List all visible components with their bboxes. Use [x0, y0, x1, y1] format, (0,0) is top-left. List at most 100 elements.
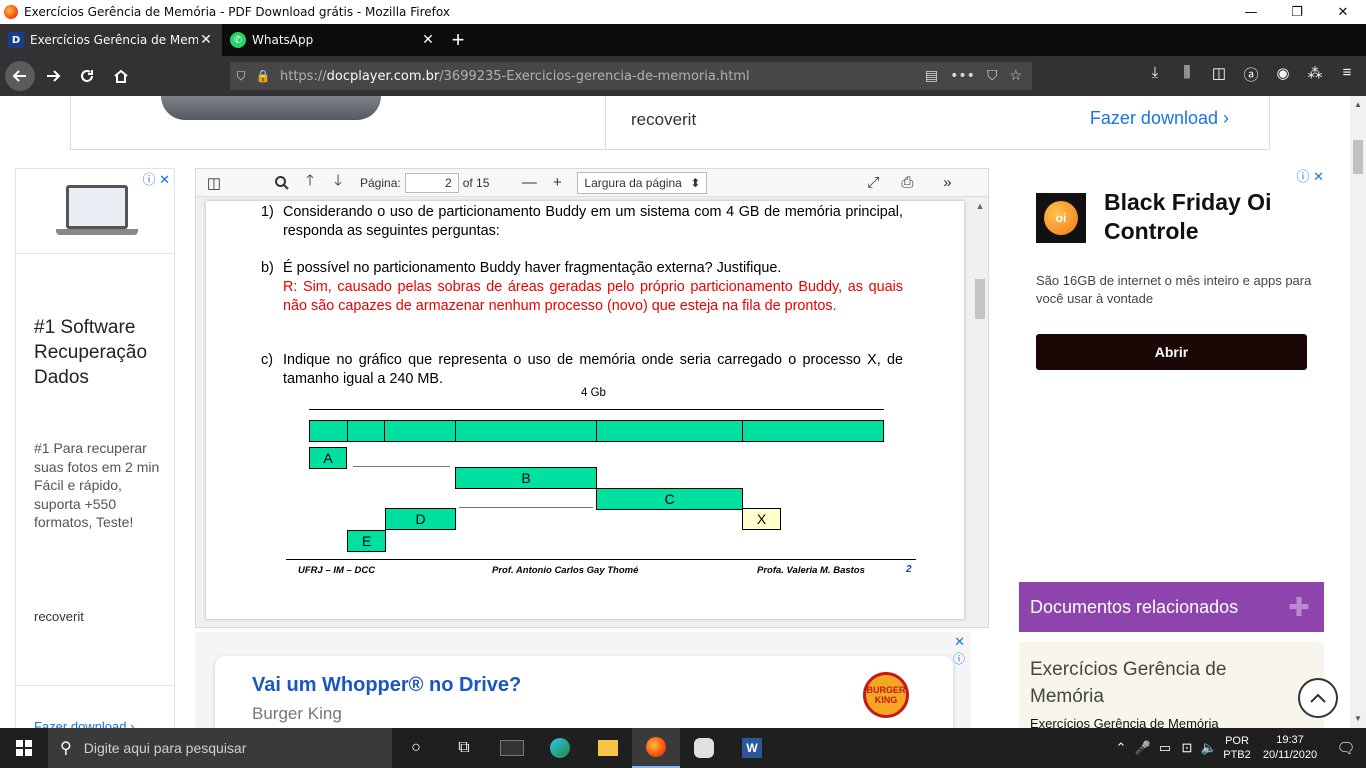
reload-button[interactable] — [71, 60, 103, 92]
chevron-up-icon — [1310, 693, 1326, 703]
zoom-out-icon[interactable]: — — [515, 171, 543, 195]
oi-logo: oi — [1036, 193, 1086, 243]
fullscreen-icon[interactable]: ⤢ — [859, 171, 887, 195]
navigation-bar: ⛉ 🔒 https://docplayer.com.br/3699235-Exe… — [0, 56, 1366, 96]
select-caret-icon: ⬍ — [690, 175, 701, 190]
page-actions-icon[interactable]: ••• — [950, 68, 975, 84]
search-icon[interactable] — [268, 171, 296, 195]
block-e: E — [347, 530, 386, 552]
address-bar[interactable]: ⛉ 🔒 https://docplayer.com.br/3699235-Exe… — [230, 62, 1032, 90]
page-total: of 15 — [462, 175, 490, 190]
burger-king-logo: BURGER KING — [863, 672, 909, 718]
discord-icon[interactable] — [680, 728, 728, 768]
pdf-scroll-thumb[interactable] — [975, 279, 985, 319]
adchoices-icon[interactable]: ⓘ ✕ — [142, 169, 170, 188]
task-view-icon[interactable]: ⧉ — [440, 728, 488, 768]
windows-logo-icon — [16, 740, 32, 756]
tab-close-button[interactable]: ✕ — [198, 32, 214, 48]
tab-exercicios[interactable]: D Exercícios Gerência de Memória ✕ — [0, 24, 222, 56]
taskbar-search[interactable]: ⚲ Digite aqui para pesquisar — [48, 728, 392, 768]
page-number-input[interactable]: 2 — [404, 172, 459, 193]
edge-icon[interactable] — [536, 728, 584, 768]
start-button[interactable] — [0, 728, 48, 768]
window-titlebar: Exercícios Gerência de Memória - PDF Dow… — [0, 0, 1366, 24]
library-icon[interactable]: ⫼ — [1176, 64, 1198, 85]
tab-whatsapp[interactable]: ✆ WhatsApp ✕ — [222, 24, 444, 56]
file-explorer-icon[interactable] — [584, 728, 632, 768]
previous-page-icon[interactable]: 🡑 — [296, 171, 324, 195]
sidebar-icon[interactable]: ◫ — [1208, 64, 1230, 85]
right-ad-headline: Black Friday Oi Controle — [1104, 189, 1272, 244]
left-ad-download-link[interactable]: Fazer download › — [34, 719, 134, 728]
pocket-icon[interactable]: ⛉ — [987, 68, 998, 84]
language-indicator[interactable]: POR PTB2 — [1220, 734, 1254, 762]
page-scrollbar[interactable]: ▲ ▼ — [1350, 96, 1366, 728]
answer-b: R: Sim, causado pelas sobras de áreas ge… — [283, 279, 903, 314]
microphone-icon[interactable]: 🎤 — [1132, 740, 1154, 756]
back-button[interactable] — [5, 61, 35, 91]
abrir-button[interactable]: Abrir — [1036, 334, 1307, 370]
related-card-snippet: Exercícios Gerência de Memória — [1030, 716, 1219, 728]
related-document-card[interactable]: Exercícios Gerência de Memória Exercício… — [1019, 642, 1324, 728]
zoom-select[interactable]: Largura da página ⬍ — [577, 171, 708, 194]
pdf-scrollbar[interactable]: ▲ — [972, 197, 988, 627]
word-icon[interactable]: W — [728, 728, 776, 768]
banner-download-link[interactable]: Fazer download › — [1090, 108, 1229, 129]
ad-info-icon[interactable]: ⓘ — [953, 650, 965, 667]
lock-icon[interactable]: 🔒 — [252, 69, 274, 83]
show-hidden-icons-icon[interactable]: ⌃ — [1110, 740, 1132, 756]
url-text[interactable]: https://docplayer.com.br/3699235-Exercic… — [280, 69, 925, 84]
shield-icon[interactable]: ⛉ — [230, 69, 252, 84]
sidebar-toggle-icon[interactable]: ◫ — [200, 171, 228, 195]
search-icon: ⚲ — [60, 740, 72, 757]
block-x: X — [742, 508, 781, 530]
cortana-icon[interactable]: ○ — [392, 728, 440, 768]
battery-icon[interactable]: ▭ — [1154, 740, 1176, 756]
account-icon[interactable]: ◉ — [1272, 64, 1294, 85]
windows-taskbar: ⚲ Digite aqui para pesquisar ○ ⧉ W ⌃ 🎤 ▭… — [0, 728, 1366, 768]
downloads-icon[interactable]: ⤓ — [1144, 64, 1166, 85]
page-scroll-thumb[interactable] — [1353, 140, 1363, 174]
scroll-to-top-button[interactable] — [1298, 678, 1338, 718]
question-c: c) Indique no gráfico que representa o us… — [261, 352, 903, 387]
tab-bar: D Exercícios Gerência de Memória ✕ ✆ Wha… — [0, 24, 1366, 56]
print-icon[interactable]: ⎙ — [893, 171, 921, 195]
related-card-title[interactable]: Exercícios Gerência de Memória — [1030, 656, 1250, 710]
home-button[interactable] — [105, 60, 137, 92]
app-thumbnail-icon[interactable] — [488, 728, 536, 768]
extensions-icon[interactable]: ⁂ — [1304, 64, 1326, 85]
restore-button[interactable]: ❐ — [1274, 0, 1320, 24]
reader-view-icon[interactable]: ▤ — [925, 68, 938, 84]
volume-icon[interactable]: 🔈 — [1198, 740, 1220, 756]
firefox-taskbar-icon[interactable] — [632, 728, 680, 768]
more-tools-icon[interactable]: » — [933, 171, 961, 195]
top-banner-ad[interactable]: recoverit Fazer download › — [70, 96, 1270, 150]
left-ad[interactable]: ⓘ ✕ #1 Software Recuperação Dados #1 Par… — [15, 168, 175, 728]
new-tab-button[interactable]: + — [444, 24, 472, 56]
minimize-button[interactable]: — — [1228, 0, 1274, 24]
bookmark-star-icon[interactable]: ☆ — [1009, 68, 1022, 84]
adchoices-icon[interactable]: ⓘ ✕ — [1296, 166, 1324, 185]
menu-icon[interactable]: ≡ — [1336, 64, 1358, 85]
bottom-ad[interactable]: ✕ ⓘ Vai um Whopper® no Drive? Burger Kin… — [195, 632, 971, 728]
right-ad[interactable]: ⓘ ✕ oi Black Friday Oi Controle São 16GB… — [1020, 166, 1324, 586]
tab-close-button[interactable]: ✕ — [420, 32, 436, 48]
bottom-ad-headline: Vai um Whopper® no Drive? — [252, 674, 522, 696]
left-ad-brand: recoverit — [34, 609, 84, 624]
footer-left: UFRJ – IM – DCC — [298, 565, 376, 576]
scroll-down-icon: ▼ — [1354, 714, 1362, 723]
tab-title: Exercícios Gerência de Memória — [30, 33, 198, 47]
ad-close-icon[interactable]: ✕ — [954, 634, 965, 650]
left-ad-body: #1 Para recuperar suas fotos em 2 min Fá… — [34, 440, 160, 530]
next-page-icon[interactable]: 🡓 — [324, 171, 352, 195]
pdf-page-number: 2 — [906, 564, 912, 575]
window-title: Exercícios Gerência de Memória - PDF Dow… — [24, 5, 450, 19]
network-icon[interactable]: ⊡ — [1176, 740, 1198, 756]
notifications-icon[interactable]: 🗨 — [1326, 739, 1366, 757]
clock[interactable]: 19:37 20/11/2020 — [1254, 733, 1326, 763]
close-window-button[interactable]: ✕ — [1320, 0, 1366, 24]
forward-button[interactable] — [37, 60, 69, 92]
zoom-in-icon[interactable]: + — [543, 171, 571, 195]
page-label: Página: — [360, 175, 401, 190]
amazon-icon[interactable]: ⓐ — [1240, 64, 1262, 85]
